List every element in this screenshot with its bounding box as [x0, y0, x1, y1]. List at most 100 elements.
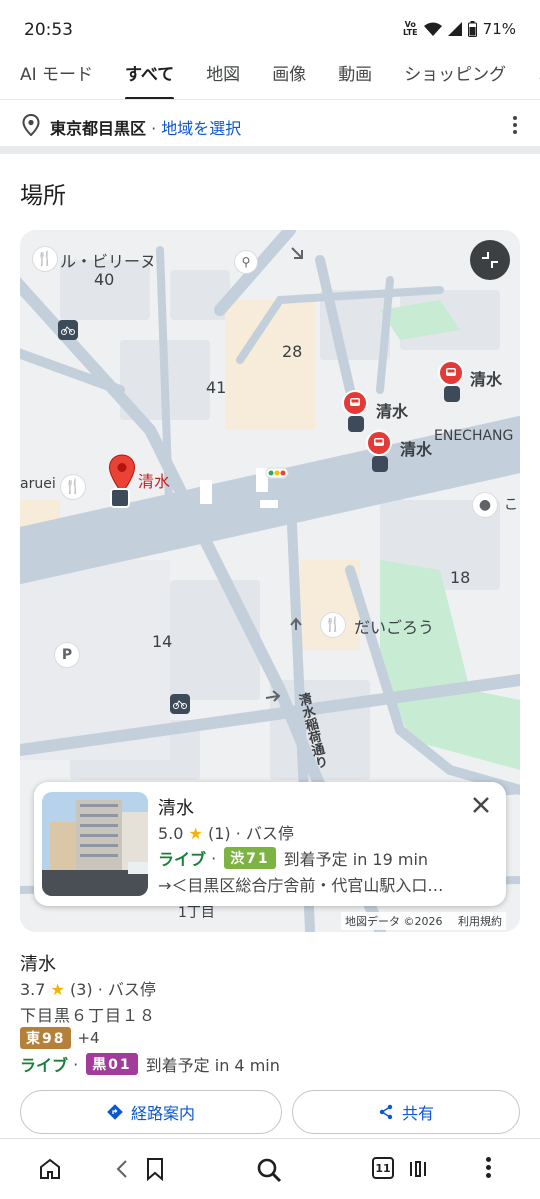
- location-row: 東京都目黒区 · 地域を選択: [0, 100, 540, 146]
- card-rating-count: (1): [207, 824, 231, 843]
- map-label-block-41: 41: [206, 378, 227, 397]
- result-rating-count: (3): [69, 980, 93, 999]
- card-category: バス停: [245, 824, 294, 843]
- route-badge: 渋71: [224, 847, 276, 869]
- bus-stop-icon[interactable]: [372, 456, 388, 472]
- share-icon: [379, 1104, 393, 1120]
- place-info-card[interactable]: 清水 5.0 ★ (1) · バス停 ライブ · 渋71 到着予定 in 19 …: [34, 782, 506, 906]
- tab-shopping[interactable]: ショッピング: [404, 54, 506, 99]
- card-direction: →＜目黒区総合庁舎前・代官山駅入口…: [158, 876, 444, 895]
- card-arrival: 到着予定 in 19 min: [283, 850, 429, 869]
- result-rating-value: 3.7: [20, 980, 46, 999]
- signal-icon: [447, 22, 462, 36]
- bus-stop-pin-icon[interactable]: [342, 390, 368, 416]
- bicycle-icon[interactable]: ⚲: [234, 250, 258, 274]
- route-badge: 東98: [20, 1027, 72, 1049]
- restaurant-icon[interactable]: 🍴: [60, 474, 86, 500]
- bus-stop-pin-icon[interactable]: [366, 430, 392, 456]
- search-tabs: AI モード すべて 地図 画像 動画 ショッピング ニ: [0, 54, 540, 100]
- status-bar: 20:53 Vo LTE 71%: [0, 0, 540, 60]
- status-time: 20:53: [24, 20, 73, 40]
- tabs-grid-icon[interactable]: [408, 1157, 428, 1181]
- result-address: 下目黒６丁目１８: [20, 1006, 157, 1025]
- parking-icon[interactable]: P: [54, 642, 80, 668]
- map-data-credit: 地図データ ©2026: [345, 915, 443, 928]
- map-label-stop-a: 清水: [376, 402, 409, 421]
- result-live-info: ライブ · 黒01 到着予定 in 4 min: [20, 1052, 280, 1076]
- directions-button[interactable]: 経路案内: [20, 1090, 282, 1134]
- result-rating: 3.7 ★ (3) · バス停: [20, 980, 156, 999]
- map-label-partial: こ: [504, 497, 518, 513]
- section-divider: [0, 146, 540, 154]
- open-tabs-count[interactable]: 11: [372, 1157, 394, 1179]
- map-attribution: 地図データ ©2026 利用規約: [341, 912, 506, 930]
- result-category: バス停: [107, 980, 156, 999]
- place-photo[interactable]: [42, 792, 148, 896]
- tab-maps[interactable]: 地図: [206, 54, 240, 99]
- tab-videos[interactable]: 動画: [338, 54, 372, 99]
- card-live-info: ライブ · 渋71 到着予定 in 19 min: [158, 846, 428, 870]
- star-icon: ★: [50, 980, 65, 999]
- bookmark-icon[interactable]: [146, 1157, 164, 1181]
- back-icon[interactable]: [114, 1157, 130, 1181]
- map-label-restaurant: ル・ビリーヌ: [60, 252, 157, 271]
- bottom-navigation: [0, 1138, 540, 1199]
- tab-images[interactable]: 画像: [272, 54, 306, 99]
- result-title[interactable]: 清水: [20, 950, 56, 976]
- select-region-link[interactable]: 地域を選択: [161, 119, 241, 138]
- bus-stop-icon[interactable]: [348, 416, 364, 432]
- tab-ai-mode[interactable]: AI モード: [20, 54, 93, 99]
- bus-stop-pin-icon[interactable]: [438, 360, 464, 386]
- location-area: 東京都目黒区: [50, 119, 147, 138]
- bicycle-icon[interactable]: [170, 694, 190, 714]
- location-text: 東京都目黒区 · 地域を選択: [50, 115, 241, 139]
- map-label-daigoro: だいごろう: [354, 618, 435, 637]
- share-label: 共有: [401, 1104, 434, 1123]
- section-title: 場所: [20, 183, 66, 209]
- route-badge: 黒01: [86, 1053, 138, 1075]
- battery-level: 71%: [482, 20, 516, 38]
- bicycle-icon[interactable]: [58, 320, 78, 340]
- terms-link[interactable]: 利用規約: [458, 915, 502, 928]
- directions-icon: [107, 1104, 123, 1120]
- live-label: ライブ: [20, 1056, 69, 1075]
- wifi-icon: [423, 22, 442, 36]
- result-routes: 東98 +4: [20, 1027, 100, 1049]
- map-view[interactable]: ル・ビリーヌ 20 40 28 41 清水 清水 清水 清水 ENECHANG …: [20, 230, 520, 932]
- card-rating: 5.0 ★ (1) · バス停: [158, 824, 294, 843]
- bus-stop-icon[interactable]: [110, 488, 130, 508]
- map-label-block-40: 40: [94, 270, 115, 289]
- map-label-stop-b: 清水: [400, 440, 433, 459]
- restaurant-icon[interactable]: 🍴: [32, 246, 58, 272]
- map-label-block-20: 20: [210, 230, 228, 234]
- live-label: ライブ: [158, 850, 207, 869]
- volte-icon: Vo LTE: [402, 20, 418, 37]
- place-dot-icon[interactable]: ●: [472, 492, 498, 518]
- close-icon[interactable]: [470, 794, 492, 816]
- tab-all[interactable]: すべて: [125, 54, 175, 99]
- map-label-block-18: 18: [450, 568, 471, 587]
- star-icon: ★: [188, 824, 203, 843]
- restaurant-icon[interactable]: 🍴: [320, 612, 346, 638]
- map-label-block-14: 14: [152, 632, 173, 651]
- card-rating-value: 5.0: [158, 824, 184, 843]
- map-label-stop-c: 清水: [470, 370, 503, 389]
- more-options-icon[interactable]: [512, 116, 518, 134]
- location-pin-icon: [22, 114, 40, 136]
- menu-icon[interactable]: [486, 1157, 492, 1178]
- result-arrival: 到着予定 in 4 min: [145, 1056, 280, 1075]
- bus-stop-icon[interactable]: [444, 386, 460, 402]
- map-label-enechange: ENECHANG: [434, 428, 514, 444]
- map-label-selected-stop: 清水: [138, 472, 171, 491]
- map-label-aruei: aruei: [20, 476, 56, 492]
- battery-icon: [467, 21, 477, 37]
- more-routes-count: +4: [77, 1029, 100, 1047]
- status-icons: Vo LTE 71%: [403, 20, 516, 38]
- card-title: 清水: [158, 798, 194, 819]
- collapse-map-button[interactable]: [470, 240, 510, 280]
- home-icon[interactable]: [38, 1157, 62, 1181]
- share-button[interactable]: 共有: [292, 1090, 520, 1134]
- location-sep: ·: [146, 119, 162, 138]
- search-icon[interactable]: [256, 1157, 282, 1183]
- map-label-block-28: 28: [282, 342, 303, 361]
